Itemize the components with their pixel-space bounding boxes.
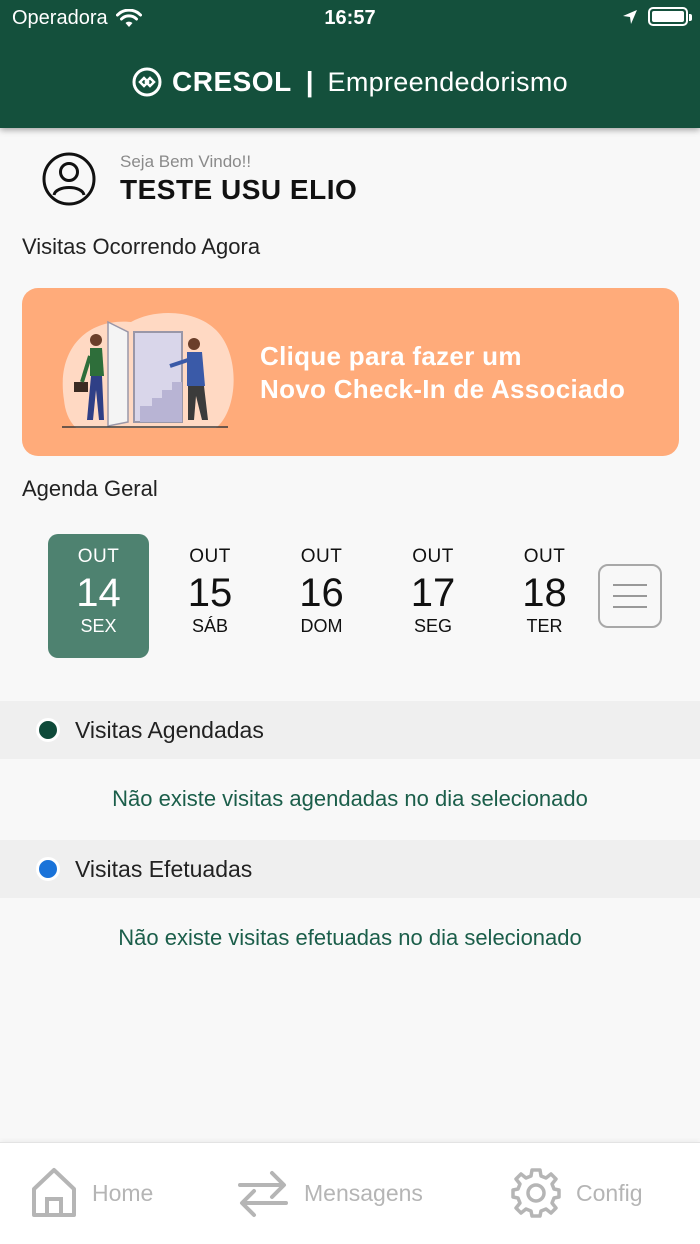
day-month: OUT	[189, 546, 231, 567]
day-number: 16	[299, 571, 344, 615]
day-weekday: SÁB	[191, 616, 229, 636]
scheduled-empty-message: Não existe visitas agendadas no dia sele…	[112, 786, 588, 811]
location-arrow-icon	[623, 9, 637, 24]
day-weekday: SEX	[80, 616, 117, 636]
agenda-title: Agenda Geral	[22, 476, 158, 501]
day-item[interactable]: OUT 14 SEX	[48, 534, 149, 658]
day-selector: OUT 14 SEX OUT 15 SÁB OUT 16 DOM OUT 17 …	[48, 534, 606, 658]
menu-line	[613, 595, 647, 597]
battery-icon	[648, 7, 692, 26]
brand-separator: |	[305, 66, 314, 97]
swap-arrows-icon	[238, 1171, 288, 1217]
day-month: OUT	[300, 546, 343, 567]
day-weekday: SEG	[413, 616, 452, 636]
new-checkin-card[interactable]: Clique para fazer um Novo Check-In de As…	[22, 288, 679, 456]
calendar-menu-button[interactable]	[598, 564, 662, 628]
tab-messages[interactable]: Mensagens	[236, 1167, 423, 1219]
day-item[interactable]: OUT 16 DOM	[271, 534, 372, 658]
app-name: Empreendedorismo	[327, 66, 568, 97]
brand-name: CRESOL	[172, 66, 292, 97]
day-number: 18	[522, 571, 567, 615]
scheduled-visits-title: Visitas Agendadas	[75, 716, 264, 743]
day-month: OUT	[523, 546, 566, 567]
brand-bar: CRESOL | Empreendedorismo	[0, 60, 700, 104]
checkin-cta: Clique para fazer um Novo Check-In de As…	[260, 340, 625, 406]
tab-messages-label: Mensagens	[304, 1179, 423, 1206]
tab-home[interactable]: Home	[30, 1167, 153, 1219]
cresol-logo-icon	[132, 67, 162, 97]
app-header: Operadora 16:57 CRESOL | Empreendedorism…	[0, 0, 700, 128]
user-avatar-icon	[42, 152, 96, 206]
checkin-line-2: Novo Check-In de Associado	[260, 374, 626, 404]
day-item[interactable]: OUT 17 SEG	[383, 534, 484, 658]
day-item[interactable]: OUT 15 SÁB	[160, 534, 261, 658]
greeting-text: Seja Bem Vindo!!	[120, 152, 252, 171]
checkin-illustration	[62, 312, 234, 428]
status-time: 16:57	[324, 7, 376, 29]
done-visits-header: Visitas Efetuadas	[0, 840, 700, 898]
tab-config[interactable]: Config	[510, 1167, 642, 1219]
checkin-line-1: Clique para fazer um	[260, 341, 522, 371]
done-visits-title: Visitas Efetuadas	[75, 855, 253, 882]
user-greeting: Seja Bem Vindo!! TESTE USU ELIO	[42, 152, 357, 206]
tab-home-label: Home	[92, 1179, 154, 1206]
day-number: 14	[76, 571, 121, 615]
user-name: TESTE USU ELIO	[120, 174, 358, 205]
visits-now-title: Visitas Ocorrendo Agora	[22, 234, 261, 259]
day-number: 15	[187, 571, 233, 615]
menu-line	[613, 606, 647, 608]
home-icon	[32, 1168, 76, 1217]
day-weekday: TER	[526, 616, 563, 636]
day-month: OUT	[412, 546, 454, 567]
day-number: 17	[410, 571, 456, 615]
day-month: OUT	[77, 546, 120, 567]
status-right	[622, 7, 692, 26]
done-status-dot	[36, 857, 60, 881]
menu-line	[613, 584, 647, 586]
status-bar: Operadora 16:57	[0, 0, 700, 40]
scheduled-visits-header: Visitas Agendadas	[0, 701, 700, 759]
tab-config-label: Config	[576, 1179, 643, 1206]
day-item[interactable]: OUT 18 TER	[494, 534, 595, 658]
scheduled-status-dot	[36, 718, 60, 742]
tab-bar: Home Mensagens Config	[0, 1142, 700, 1244]
day-weekday: DOM	[300, 616, 343, 636]
gear-icon	[511, 1168, 561, 1218]
done-empty-message: Não existe visitas efetuadas no dia sele…	[118, 925, 582, 950]
